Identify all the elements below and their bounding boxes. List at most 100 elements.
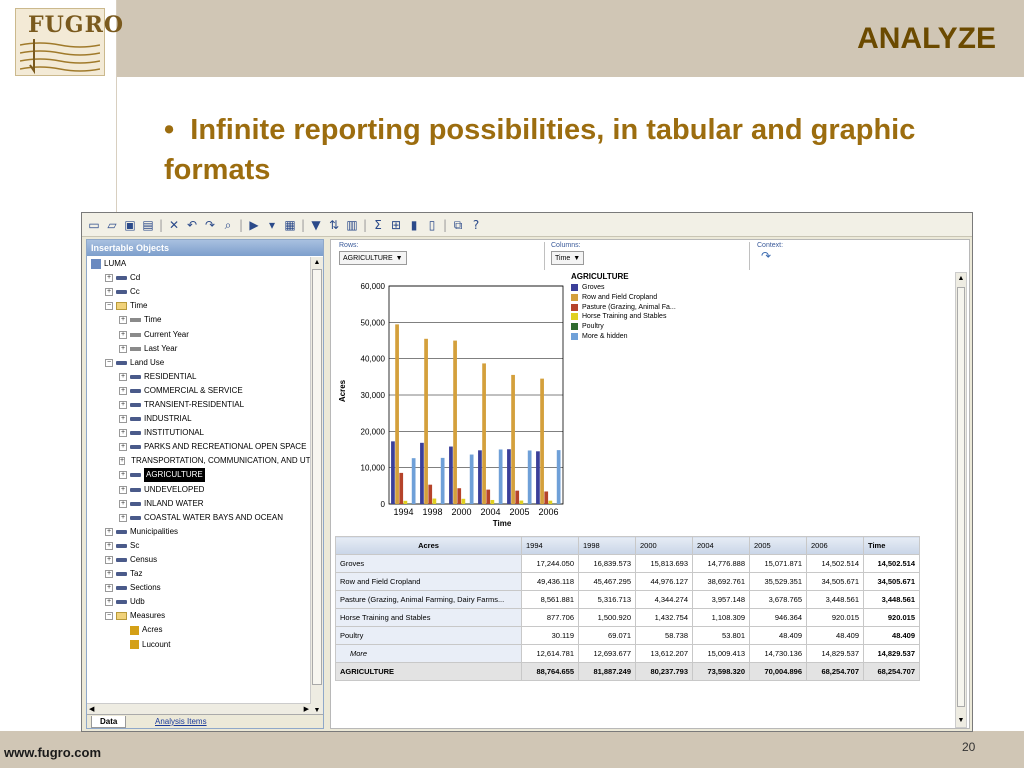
column-header[interactable]: 2006 [806,536,864,555]
tree-item[interactable]: + AGRICULTURE [87,468,311,483]
expand-icon[interactable]: + [119,513,127,522]
dropdown-icon[interactable]: ▾ [264,217,280,233]
context-dropzone[interactable]: Context: ↷ [749,240,949,272]
row-header[interactable]: Poultry [335,626,522,645]
tree-item[interactable]: Acres [87,623,311,637]
expand-icon[interactable]: + [119,386,127,395]
tree-item[interactable]: + Udb [87,595,311,609]
expand-icon[interactable]: + [105,274,113,283]
scroll-up-icon[interactable]: ▲ [312,258,322,268]
row-header[interactable]: Pasture (Grazing, Animal Farming, Dairy … [335,590,522,609]
tab-data[interactable]: Data [91,716,127,728]
tree-item[interactable]: + INDUSTRIAL [87,412,311,426]
scroll-thumb[interactable] [312,269,322,685]
tree-item[interactable]: + PARKS AND RECREATIONAL OPEN SPACE [87,440,311,454]
totals-icon[interactable]: Σ [370,217,386,233]
expand-icon[interactable]: + [105,598,113,607]
chevron-down-icon[interactable]: ▼ [573,255,580,262]
column-header[interactable]: 2000 [635,536,693,555]
tree-item[interactable]: + Time [87,313,311,327]
report-vertical-scrollbar[interactable]: ▲ ▼ [955,272,967,728]
expand-icon[interactable]: + [119,499,127,508]
column-header[interactable]: 2004 [692,536,750,555]
expand-icon[interactable]: + [119,330,127,339]
expand-icon[interactable]: + [119,344,127,353]
chart-type-icon[interactable]: ▯ [424,217,440,233]
tree-item[interactable]: − Time [87,299,311,313]
tree-item[interactable]: + Cc [87,285,311,299]
tree-item[interactable]: + Cd [87,271,311,285]
tab-analysis-items[interactable]: Analysis Items [147,716,215,728]
rows-dropzone[interactable]: Rows: AGRICULTURE ▼ [331,240,536,272]
scroll-left-icon[interactable]: ◀ [89,705,94,713]
scroll-right-icon[interactable]: ▶ [304,705,309,713]
tree-item[interactable]: + Sections [87,581,311,595]
column-header[interactable]: 1998 [578,536,636,555]
tree-item[interactable]: LUMA [87,257,311,271]
table-view-icon[interactable]: ▦ [282,217,298,233]
row-header[interactable]: Row and Field Cropland [335,572,522,591]
columns-chip[interactable]: Time ▼ [551,251,585,265]
chevron-down-icon[interactable]: ▼ [396,255,403,262]
new-icon[interactable]: ▭ [86,217,102,233]
tree-item[interactable]: Lucount [87,638,311,652]
find-icon[interactable]: ⌕ [220,217,236,233]
collapse-icon[interactable]: − [105,612,113,621]
tree-item[interactable]: + TRANSIENT-RESIDENTIAL [87,398,311,412]
tree-item[interactable]: + Sc [87,539,311,553]
run-icon[interactable]: ▶ [246,217,262,233]
expand-icon[interactable]: + [119,429,127,438]
filter-icon[interactable]: ▼ [308,217,324,233]
expand-icon[interactable]: + [119,457,126,466]
scroll-thumb[interactable] [957,287,965,707]
tree-item[interactable]: − Measures [87,609,311,623]
tree-item[interactable]: + Taz [87,567,311,581]
refresh-icon[interactable]: ↷ [761,249,771,263]
tree-item[interactable]: + TRANSPORTATION, COMMUNICATION, AND UTIL [87,454,311,468]
expand-icon[interactable]: + [119,415,127,424]
tree-item[interactable]: + INSTITUTIONAL [87,426,311,440]
save-as-icon[interactable]: ▤ [140,217,156,233]
undo-icon[interactable]: ↶ [184,217,200,233]
sort-icon[interactable]: ⇅ [326,217,342,233]
expand-icon[interactable]: + [119,372,127,381]
expand-icon[interactable]: + [105,570,113,579]
redo-icon[interactable]: ↷ [202,217,218,233]
save-icon[interactable]: ▣ [122,217,138,233]
row-header[interactable]: More [335,644,522,663]
collapse-icon[interactable]: − [105,358,113,367]
row-header[interactable]: AGRICULTURE [335,662,522,681]
tree-item[interactable]: + UNDEVELOPED [87,483,311,497]
collapse-icon[interactable]: − [105,302,113,311]
columns-dropzone[interactable]: Columns: Time ▼ [543,240,743,272]
tree-item[interactable]: + COASTAL WATER BAYS AND OCEAN [87,511,311,525]
tree-vertical-scrollbar[interactable]: ▲ ▼ [310,257,323,717]
expand-icon[interactable]: + [105,288,113,297]
corner-header[interactable]: Acres [335,536,522,555]
total-header[interactable]: Time [863,536,920,555]
tree-item[interactable]: − Land Use [87,356,311,370]
scroll-up-icon[interactable]: ▲ [956,274,966,284]
expand-icon[interactable]: + [105,527,113,536]
expand-icon[interactable]: + [119,316,127,325]
footer-url[interactable]: www.fugro.com [4,745,101,760]
tree-item[interactable]: + COMMERCIAL & SERVICE [87,384,311,398]
expand-icon[interactable]: + [119,471,127,480]
expand-icon[interactable]: + [105,556,113,565]
expand-icon[interactable]: + [119,485,127,494]
scroll-down-icon[interactable]: ▼ [956,716,966,726]
expand-icon[interactable]: + [105,541,113,550]
expand-icon[interactable]: + [119,443,127,452]
cut-icon[interactable]: ✕ [166,217,182,233]
expand-icon[interactable]: + [119,400,127,409]
tree-item[interactable]: + Current Year [87,327,311,341]
tree-item[interactable]: + INLAND WATER [87,497,311,511]
row-header[interactable]: Groves [335,554,522,573]
rows-chip[interactable]: AGRICULTURE ▼ [339,251,407,265]
layout-icon[interactable]: ▥ [344,217,360,233]
tree-item[interactable]: + Last Year [87,342,311,356]
column-header[interactable]: 2005 [749,536,807,555]
window-icon[interactable]: ⧉ [450,217,466,233]
export-icon[interactable]: ⊞ [388,217,404,233]
expand-icon[interactable]: + [105,584,113,593]
